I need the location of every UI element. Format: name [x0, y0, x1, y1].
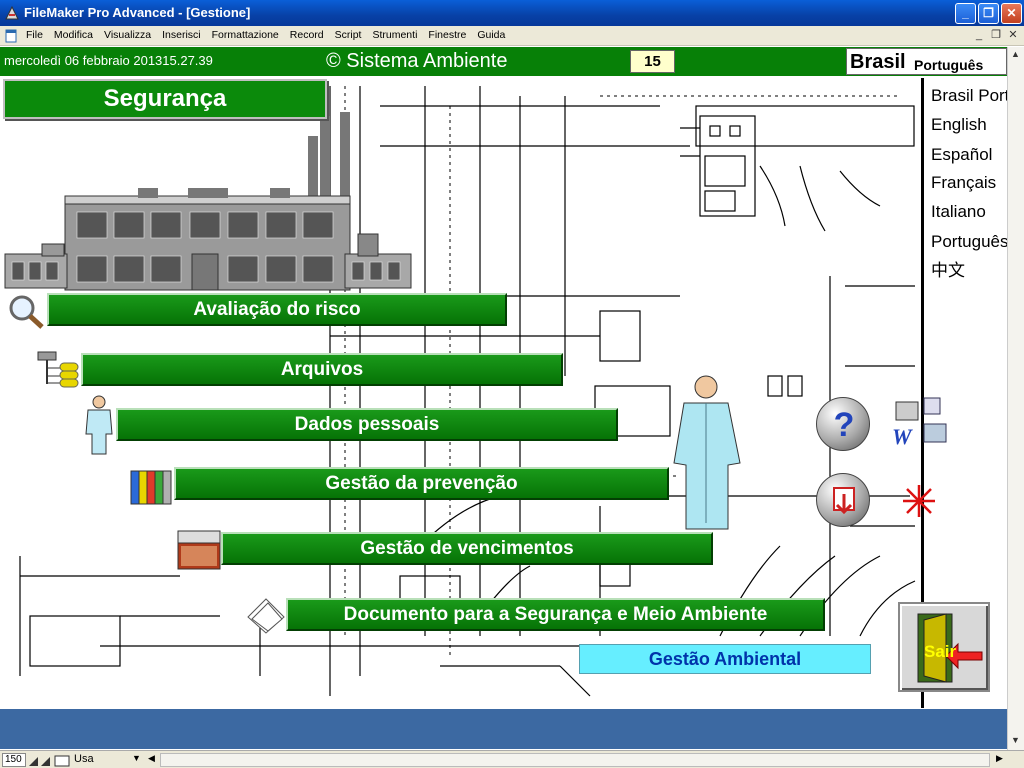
brand-label: © Sistema Ambiente — [326, 50, 508, 72]
gestao-da-prevencao-button[interactable]: Gestão da prevenção — [174, 467, 669, 500]
down-arrow-icon — [833, 487, 855, 515]
scroll-left-icon[interactable]: ◀ — [148, 753, 155, 764]
language-option-brasil[interactable]: Brasil Port — [931, 86, 1007, 106]
help-button[interactable]: ? — [816, 397, 870, 451]
menu-finestre[interactable]: Finestre — [428, 29, 466, 41]
menu-formattazione[interactable]: Formattazione — [212, 29, 279, 41]
window-titlebar: FileMaker Pro Advanced - [Gestione] _ ❐ … — [0, 0, 1024, 26]
page-title: Segurança — [3, 79, 327, 119]
menu-strumenti[interactable]: Strumenti — [372, 29, 417, 41]
binders-icon — [130, 470, 172, 505]
language-option-chinese[interactable]: 中文 — [931, 256, 965, 281]
magnifier-icon — [9, 295, 44, 329]
dados-pessoais-button[interactable]: Dados pessoais — [116, 408, 618, 441]
footer-band — [0, 709, 1007, 749]
filemaker-window: FileMaker Pro Advanced - [Gestione] _ ❐ … — [0, 0, 1024, 768]
arquivos-button[interactable]: Arquivos — [81, 353, 563, 386]
menu-inserisci[interactable]: Inserisci — [162, 29, 201, 41]
scroll-right-icon[interactable]: ▶ — [996, 753, 1003, 764]
svg-text:W: W — [892, 424, 913, 448]
svg-text:?: ? — [834, 406, 855, 444]
menu-list: File Modifica Visualizza Inserisci Forma… — [26, 29, 516, 41]
datetime-label: mercoledì 06 febbraio 201315.27.39 — [4, 53, 213, 68]
import-button[interactable] — [816, 473, 870, 527]
person-icon — [85, 395, 113, 455]
current-language-field[interactable]: Brasil Português — [846, 48, 1007, 75]
record-count-badge: 15 — [630, 50, 675, 73]
menu-modifica[interactable]: Modifica — [54, 29, 93, 41]
status-bar: 150 Usa ▼ ◀ ▶ — [0, 750, 1024, 768]
menu-visualizza[interactable]: Visualizza — [104, 29, 151, 41]
language-option-portugues[interactable]: Português — [931, 232, 1007, 252]
current-language-label: Português — [914, 57, 984, 73]
menubar: File Modifica Visualizza Inserisci Forma… — [0, 26, 1024, 46]
doc-minimize-button[interactable]: _ — [972, 29, 986, 43]
question-mark-icon: ? — [834, 406, 855, 444]
minimize-button[interactable]: _ — [955, 3, 976, 24]
close-button[interactable]: ✕ — [1001, 3, 1022, 24]
gestao-de-vencimentos-button[interactable]: Gestão de vencimentos — [221, 532, 713, 565]
menu-script[interactable]: Script — [335, 29, 362, 41]
avaliacao-do-risco-button[interactable]: Avaliação do risco — [47, 293, 507, 326]
horizontal-scrollbar[interactable] — [160, 753, 990, 767]
language-option-francais[interactable]: Français — [931, 173, 996, 193]
menu-record[interactable]: Record — [290, 29, 324, 41]
language-option-english[interactable]: English — [931, 115, 987, 135]
document-stack-icon — [247, 598, 285, 634]
zoom-controls-icon[interactable] — [28, 754, 72, 767]
mode-dropdown-icon[interactable]: ▼ — [132, 753, 141, 763]
sair-exit-button[interactable]: Sair — [898, 602, 990, 692]
calendar-icon — [177, 530, 221, 570]
language-option-espanol[interactable]: Español — [931, 145, 992, 165]
filemaker-app-icon — [5, 5, 19, 20]
gestao-ambiental-button[interactable]: Gestão Ambiental — [579, 644, 871, 674]
doc-close-button[interactable]: ✕ — [1006, 29, 1020, 43]
menu-file[interactable]: File — [26, 29, 43, 41]
current-country-label: Brasil — [850, 51, 906, 73]
document-icon — [5, 29, 17, 43]
sparkle-icon[interactable] — [902, 484, 936, 518]
layout-header: mercoledì 06 febbraio 201315.27.39 © Sis… — [0, 47, 1007, 76]
doc-restore-button[interactable]: ❐ — [989, 29, 1003, 43]
menu-guida[interactable]: Guida — [477, 29, 505, 41]
window-title: FileMaker Pro Advanced - [Gestione] — [24, 5, 251, 20]
scroll-down-icon[interactable]: ▼ — [1011, 735, 1020, 745]
sair-label: Sair — [924, 642, 957, 661]
archive-icon — [37, 351, 79, 388]
zoom-level-field[interactable]: 150 — [2, 753, 26, 767]
language-option-italiano[interactable]: Italiano — [931, 202, 986, 222]
vertical-scrollbar[interactable]: ▲ ▼ — [1007, 47, 1024, 750]
restore-button[interactable]: ❐ — [978, 3, 999, 24]
worker-figure-icon — [673, 375, 741, 530]
print-word-icon[interactable]: W — [890, 396, 950, 448]
scroll-up-icon[interactable]: ▲ — [1011, 49, 1020, 59]
documento-seguranca-button[interactable]: Documento para a Segurança e Meio Ambien… — [286, 598, 825, 631]
